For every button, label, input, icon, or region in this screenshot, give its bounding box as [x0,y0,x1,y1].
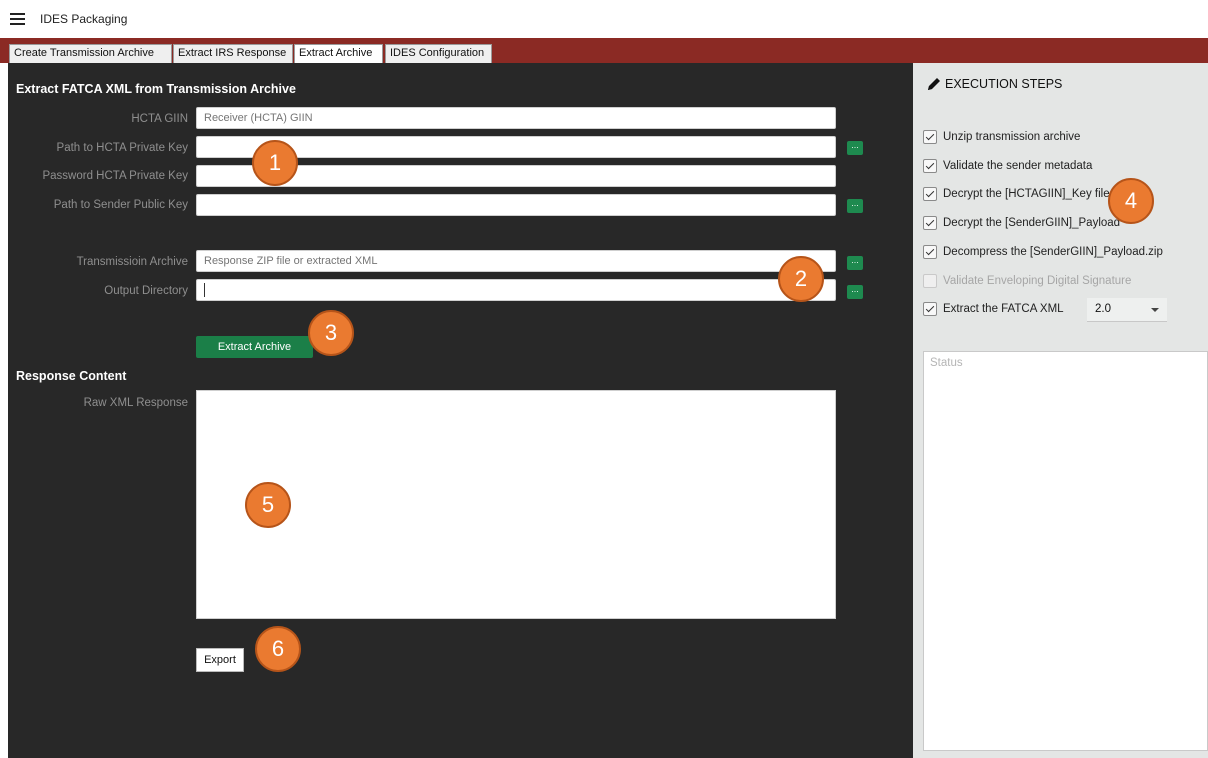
step-validate-sender-metadata[interactable]: Validate the sender metadata [923,159,1092,173]
form-title: Extract FATCA XML from Transmission Arch… [16,82,296,96]
step-label: Decrypt the [HCTAGIIN]_Key file [943,188,1110,200]
hcta-password-label: Password HCTA Private Key [42,170,188,182]
raw-xml-response-label: Raw XML Response [83,397,188,409]
status-log: Status [923,351,1208,751]
annotation-marker-1: 1 [252,140,298,186]
menu-icon[interactable] [10,13,25,25]
export-button[interactable]: Export [196,648,244,672]
step-label: Unzip transmission archive [943,131,1081,143]
step-decrypt-key-file[interactable]: Decrypt the [HCTAGIIN]_Key file [923,187,1110,201]
step-extract-fatca-xml[interactable]: Extract the FATCA XML [923,302,1064,316]
caret-down-icon [1151,308,1159,312]
hcta-giin-input[interactable] [196,107,836,129]
transmission-archive-input[interactable] [196,250,836,272]
step-decrypt-payload[interactable]: Decrypt the [SenderGIIN]_Payload [923,216,1120,230]
annotation-marker-6: 6 [255,626,301,672]
extract-archive-button[interactable]: Extract Archive [196,336,313,358]
step-label: Decrypt the [SenderGIIN]_Payload [943,217,1121,229]
step-label: Validate the sender metadata [943,160,1093,172]
fatca-version-select[interactable]: 2.0 [1087,298,1167,322]
checkbox[interactable] [923,130,937,144]
annotation-marker-4: 4 [1108,178,1154,224]
fatca-version-value: 2.0 [1095,303,1111,315]
sender-public-key-label: Path to Sender Public Key [53,199,188,211]
output-directory-label: Output Directory [104,285,188,297]
tab-bar: Create Transmission Archive Extract IRS … [0,38,1208,63]
output-directory-input[interactable] [196,279,836,301]
tab-extract-archive[interactable]: Extract Archive [294,44,383,63]
checkbox[interactable] [923,302,937,316]
response-content-title: Response Content [16,369,127,383]
title-bar: IDES Packaging [0,0,1208,38]
step-validate-digital-signature: Validate Enveloping Digital Signature [923,274,1131,288]
step-decompress-payload-zip[interactable]: Decompress the [SenderGIIN]_Payload.zip [923,245,1163,259]
pencil-icon [928,78,940,90]
step-label: Extract the FATCA XML [943,303,1064,315]
checkbox[interactable] [923,245,937,259]
browse-output-directory-button[interactable]: ... [847,285,863,299]
execution-steps-title: EXECUTION STEPS [926,76,1062,92]
execution-steps-label: EXECUTION STEPS [945,77,1063,91]
annotation-marker-2: 2 [778,256,824,302]
step-label: Validate Enveloping Digital Signature [943,275,1132,287]
browse-sender-public-key-button[interactable]: ... [847,199,863,213]
hcta-giin-label: HCTA GIIN [131,113,188,125]
sender-public-key-input[interactable] [196,194,836,216]
annotation-marker-3: 3 [308,310,354,356]
checkbox[interactable] [923,159,937,173]
checkbox[interactable] [923,187,937,201]
checkbox [923,274,937,288]
step-unzip-transmission-archive[interactable]: Unzip transmission archive [923,130,1080,144]
tab-extract-irs-response[interactable]: Extract IRS Response [173,44,293,63]
browse-transmission-archive-button[interactable]: ... [847,256,863,270]
app-title: IDES Packaging [40,12,128,26]
step-label: Decompress the [SenderGIIN]_Payload.zip [943,246,1163,258]
hcta-private-key-label: Path to HCTA Private Key [56,142,188,154]
raw-xml-response-textarea[interactable] [196,390,836,619]
transmission-archive-label: Transmissioin Archive [76,256,188,268]
status-placeholder: Status [930,357,963,369]
tab-create-transmission-archive[interactable]: Create Transmission Archive [9,44,172,63]
browse-hcta-private-key-button[interactable]: ... [847,141,863,155]
annotation-marker-5: 5 [245,482,291,528]
checkbox[interactable] [923,216,937,230]
tab-ides-configuration[interactable]: IDES Configuration [385,44,492,63]
